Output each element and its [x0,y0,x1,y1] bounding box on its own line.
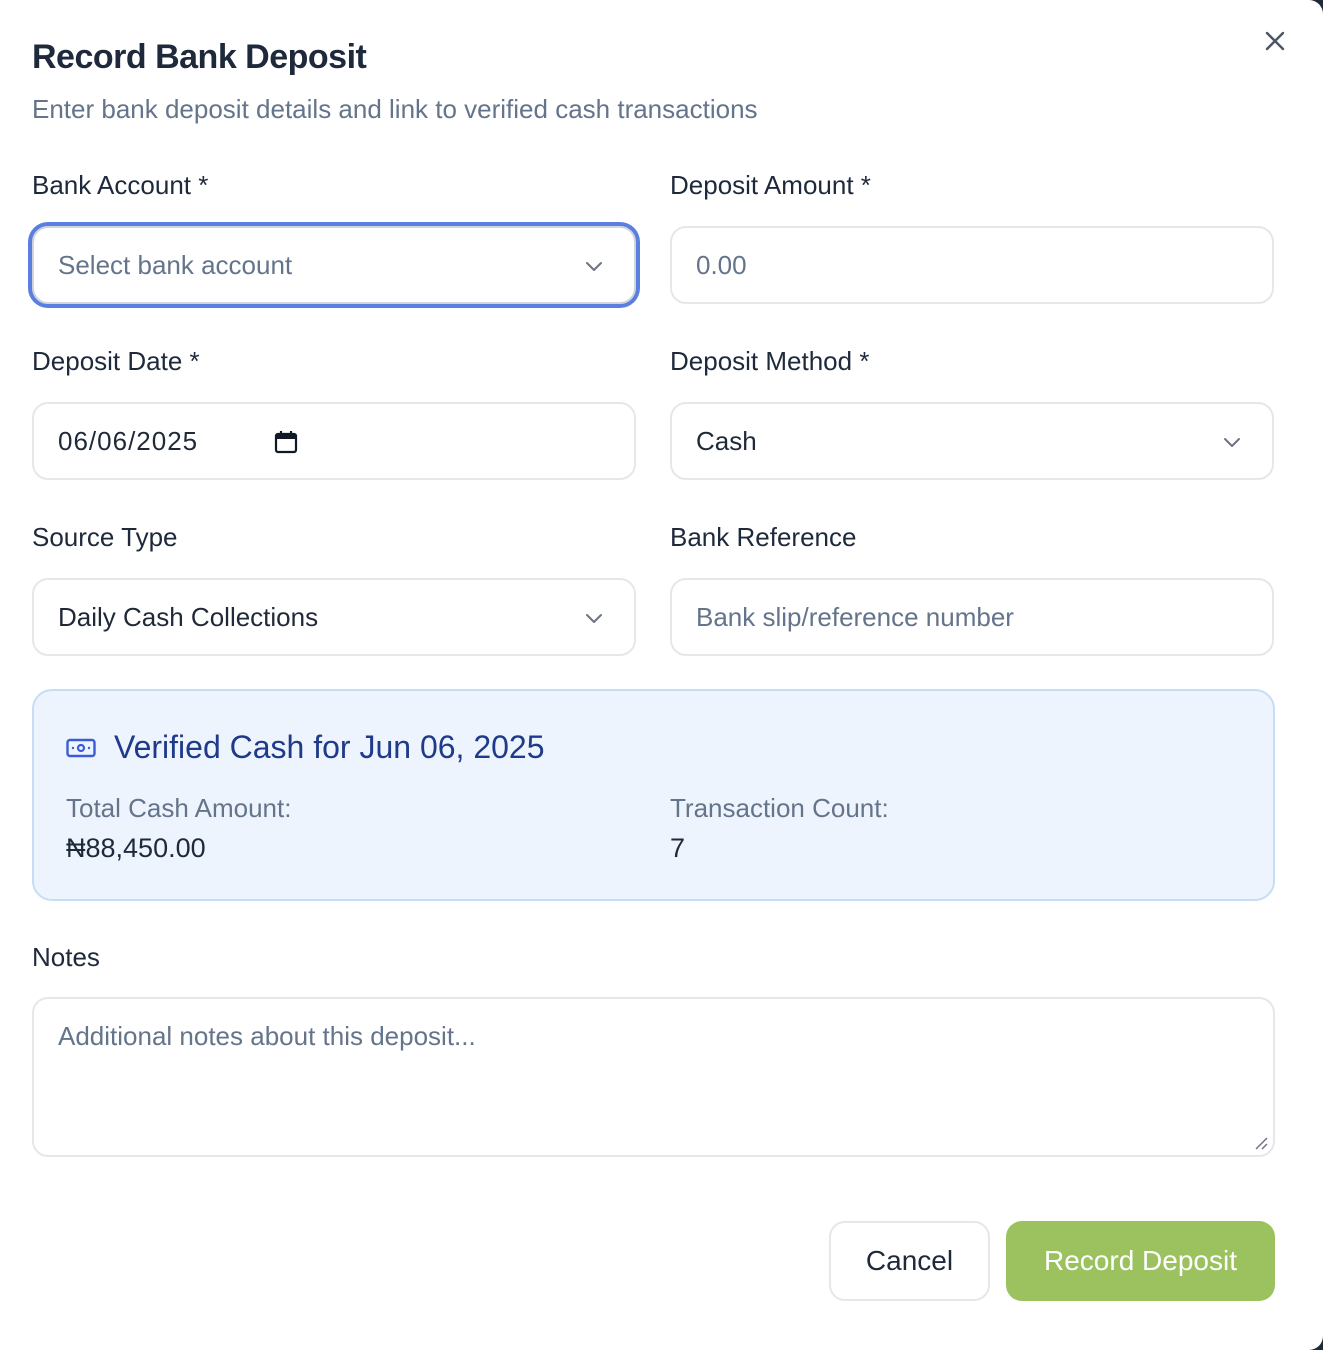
deposit-amount-input[interactable]: 0.00 [670,226,1274,304]
source-type-value: Daily Cash Collections [58,601,319,632]
source-type-label: Source Type [32,522,178,552]
bank-reference-label: Bank Reference [670,522,857,552]
record-deposit-button[interactable]: Record Deposit [1006,1221,1275,1301]
deposit-amount-placeholder: 0.00 [696,249,747,280]
total-cash-label: Total Cash Amount: [66,793,292,823]
dialog-subtitle: Enter bank deposit details and link to v… [32,94,758,124]
verified-cash-header: Verified Cash for Jun 06, 2025 [66,729,545,766]
notes-textarea[interactable]: Additional notes about this deposit... [32,997,1275,1157]
calendar-icon[interactable] [272,428,300,456]
chevron-down-icon [586,614,602,623]
record-deposit-dialog: Record Bank Deposit Enter bank deposit d… [0,0,1323,1350]
deposit-method-value: Cash [696,425,757,456]
transaction-count-value: 7 [670,833,686,863]
close-icon [1265,31,1285,51]
bank-reference-input[interactable]: Bank slip/reference number [670,578,1274,656]
dialog-title: Record Bank Deposit [32,38,367,76]
deposit-date-label: Deposit Date * [32,346,200,376]
chevron-down-icon [1224,438,1240,447]
deposit-method-label: Deposit Method * [670,346,870,376]
deposit-date-value: 06/06/2025 [58,425,199,456]
verified-cash-panel: Verified Cash for Jun 06, 2025 Total Cas… [32,689,1275,901]
banknote-icon [66,738,96,757]
deposit-amount-label: Deposit Amount * [670,170,871,200]
deposit-date-input[interactable]: 06/06/2025 [32,402,636,480]
close-button[interactable] [1258,24,1292,58]
cancel-button[interactable]: Cancel [829,1221,990,1301]
bank-account-select[interactable]: Select bank account [32,226,636,304]
notes-label: Notes [32,942,100,972]
transaction-count-label: Transaction Count: [670,793,889,823]
chevron-down-icon [586,262,602,271]
resize-handle-icon[interactable] [1253,1135,1269,1151]
source-type-select[interactable]: Daily Cash Collections [32,578,636,656]
verified-cash-title: Verified Cash for Jun 06, 2025 [114,729,545,765]
notes-placeholder: Additional notes about this deposit... [58,1021,476,1051]
bank-account-label: Bank Account * [32,170,209,200]
total-cash-value: ₦88,450.00 [66,833,206,863]
deposit-method-select[interactable]: Cash [670,402,1274,480]
bank-account-placeholder: Select bank account [58,249,293,280]
bank-reference-placeholder: Bank slip/reference number [696,601,1014,632]
